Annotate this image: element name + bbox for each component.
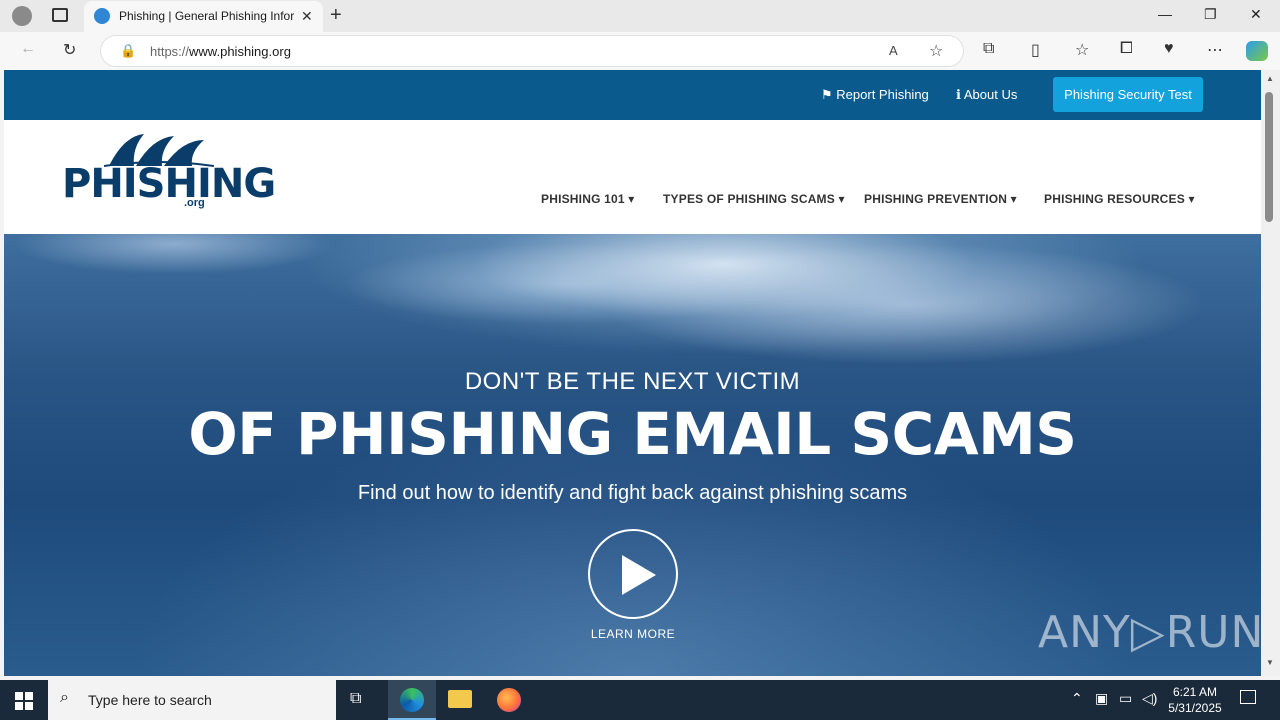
search-placeholder: Type here to search [88,692,212,708]
nav-types-of-phishing-scams[interactable]: TYPES OF PHISHING SCAMS ▾ [663,192,845,206]
search-icon: ⌕ [60,689,69,706]
about-us-label: About Us [963,87,1018,102]
about-us-link[interactable]: ℹ About Us [956,87,1017,103]
nav-phishing-resources[interactable]: PHISHING RESOURCES ▾ [1044,192,1195,206]
copilot-icon[interactable] [1246,41,1268,61]
favorite-star-icon[interactable]: ☆ [929,41,943,61]
windows-taskbar: ⌕ Type here to search ⧉ ⌃ ▣ ▭ ◁) 6:21 AM… [0,680,1280,720]
report-phishing-label: Report Phishing [836,87,929,102]
browser-tab[interactable]: Phishing | General Phishing Infor ✕ [84,1,323,32]
restore-icon[interactable]: ❐ [1204,6,1217,23]
learn-more-link[interactable]: LEARN MORE [564,627,702,641]
extensions-icon[interactable]: ⧉ [983,40,994,58]
read-aloud-icon[interactable]: A [889,43,898,58]
scroll-down-icon[interactable]: ▼ [1266,658,1274,667]
profile-icon[interactable] [12,6,32,26]
site-header: PHISHING .org PHISHING 101 ▾ TYPES OF PH… [4,120,1261,234]
volume-icon[interactable]: ◁) [1142,690,1157,707]
show-hidden-icons[interactable]: ⌃ [1071,690,1083,707]
task-view-icon[interactable]: ⧉ [350,690,361,708]
notifications-icon[interactable] [1240,690,1256,704]
logo-wordmark: PHISHING [62,161,276,207]
tab-actions-icon[interactable] [52,8,68,22]
file-explorer-icon[interactable] [448,690,472,708]
lock-icon[interactable]: 🔒 [120,43,136,59]
play-icon [622,555,656,595]
windows-start-icon[interactable] [15,692,33,710]
meet-now-icon[interactable]: ▣ [1095,690,1108,707]
back-icon[interactable]: ← [20,40,36,58]
anyrun-watermark: ANY▷RUN [1038,607,1261,658]
hero-banner: DON'T BE THE NEXT VICTIM OF PHISHING EMA… [4,234,1261,676]
minimize-icon[interactable]: — [1158,6,1172,22]
close-window-icon[interactable]: ✕ [1250,6,1262,23]
performance-icon[interactable]: ♥ [1164,40,1174,58]
browser-toolbar: ← ↻ 🔒 https://www.phishing.org A ☆ ⧉ ▯ ☆… [0,32,1280,70]
hero-kicker: DON'T BE THE NEXT VICTIM [464,368,801,395]
tab-bar: Phishing | General Phishing Infor ✕ + — … [0,0,1280,32]
clock-time: 6:21 AM [1172,685,1218,699]
info-icon: ℹ [956,87,961,102]
play-video-button[interactable] [588,529,678,619]
url-text[interactable]: https://www.phishing.org [150,44,291,59]
refresh-icon[interactable]: ↻ [63,40,76,60]
site-favicon-icon [94,8,110,24]
taskbar-search-box[interactable]: ⌕ Type here to search [48,680,336,720]
system-clock[interactable]: 6:21 AM 5/31/2025 [1160,684,1230,716]
hero-subtitle: Find out how to identify and fight back … [357,482,908,504]
scroll-up-icon[interactable]: ▲ [1266,74,1274,83]
page-scrollbar[interactable]: ▲ ▼ [1261,70,1280,676]
nav-phishing-prevention[interactable]: PHISHING PREVENTION ▾ [864,192,1017,206]
report-phishing-link[interactable]: ⚑ Report Phishing [821,87,929,103]
top-utility-bar: ⚑ Report Phishing ℹ About Us Phishing Se… [4,70,1261,120]
address-bar[interactable]: 🔒 https://www.phishing.org A ☆ [100,35,964,67]
hero-headline: OF PHISHING EMAIL SCAMS [188,400,1077,468]
new-tab-button[interactable]: + [330,4,342,27]
favorites-icon[interactable]: ☆ [1075,40,1089,60]
firefox-icon[interactable] [497,688,521,712]
logo-suffix: .org [184,197,205,209]
flag-icon: ⚑ [821,87,833,102]
phishing-security-test-button[interactable]: Phishing Security Test [1053,77,1203,112]
edge-taskbar-icon[interactable] [388,680,436,720]
clock-date: 5/31/2025 [1168,701,1222,715]
network-icon[interactable]: ▭ [1119,690,1132,707]
more-options-icon[interactable]: ⋯ [1207,40,1223,60]
scrollbar-thumb[interactable] [1265,92,1273,222]
collections-icon[interactable]: ⧠ [1120,40,1133,58]
close-tab-icon[interactable]: ✕ [301,8,313,25]
web-page: ⚑ Report Phishing ℹ About Us Phishing Se… [4,70,1261,676]
nav-phishing-101[interactable]: PHISHING 101 ▾ [541,192,635,206]
split-screen-icon[interactable]: ▯ [1031,40,1040,60]
tab-title: Phishing | General Phishing Infor [119,9,294,23]
